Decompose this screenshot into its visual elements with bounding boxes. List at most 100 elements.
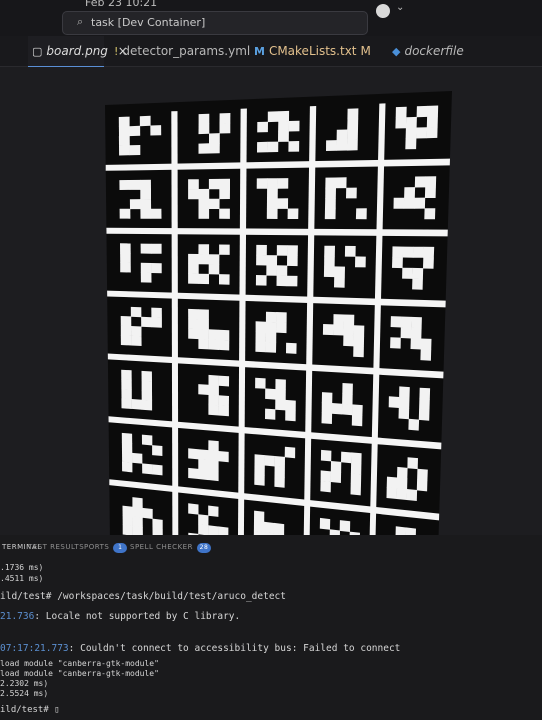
marker-bit: [118, 126, 130, 137]
marker-bit: [132, 497, 143, 509]
marker-bit: [265, 321, 277, 333]
marker-bit: [131, 326, 142, 337]
board-separator-vertical: [171, 111, 179, 535]
marker-bit: [219, 208, 230, 219]
marker-bit: [334, 276, 345, 288]
marker-bit: [285, 410, 296, 422]
marker-bit: [139, 115, 151, 127]
marker-bit: [410, 327, 422, 339]
tab-label: dockerfile: [404, 44, 464, 58]
marker-bit: [267, 141, 279, 153]
marker-bit: [121, 432, 133, 444]
marker-bit: [277, 198, 289, 209]
terminal-output[interactable]: .1736 ms) .4511 ms) ild/test# /workspace…: [0, 559, 542, 719]
marker-bit: [140, 262, 152, 273]
marker-bit: [334, 266, 345, 278]
marker-bit: [353, 335, 365, 347]
marker-bit: [219, 122, 231, 134]
marker-bit: [386, 476, 398, 489]
marker-bit: [151, 317, 162, 328]
marker-bit: [121, 442, 133, 454]
command-center[interactable]: ⌕ task [Dev Container]: [62, 11, 368, 35]
title-bar: Feb 23 10:21 ⌕ task [Dev Container] ⌄: [0, 0, 542, 36]
marker-bit: [120, 262, 131, 273]
marker-bit: [208, 404, 219, 416]
marker-bit: [198, 198, 210, 209]
marker-bit: [278, 121, 289, 132]
marker-bit: [208, 254, 220, 265]
marker-bit: [188, 308, 199, 320]
marker-bit: [208, 440, 219, 452]
marker-bit: [399, 386, 410, 399]
marker-bit: [188, 179, 199, 190]
marker-bit: [218, 526, 229, 535]
marker-bit: [408, 418, 420, 431]
marker-bit: [208, 264, 220, 275]
tab-cmakelists[interactable]: M CMakeLists.txt M: [254, 36, 371, 66]
marker-bit: [347, 129, 358, 141]
marker-bit: [324, 245, 335, 257]
image-preview-area: [0, 67, 542, 535]
aruco-board-image: [105, 91, 452, 535]
ports-badge: 1: [113, 543, 128, 553]
marker-bit: [255, 275, 267, 286]
marker-bit: [288, 141, 300, 152]
marker-bit: [198, 524, 209, 535]
log-text: Couldn't connect to accessibility bus: F…: [80, 643, 401, 654]
marker-bit: [286, 275, 298, 287]
marker-bit: [152, 518, 163, 530]
tab-board-png[interactable]: ▢ board.png ×: [28, 36, 128, 68]
marker-bit: [208, 339, 220, 350]
marker-bit: [392, 257, 403, 269]
marker-bit: [325, 187, 336, 199]
marker-bit: [151, 243, 162, 254]
marker-bit: [254, 464, 265, 476]
marker-bit: [198, 143, 210, 154]
marker-bit: [320, 449, 332, 462]
tab-test-results[interactable]: TEST RESULTS: [28, 543, 84, 551]
marker-bit: [198, 328, 209, 340]
marker-bit: [325, 177, 337, 189]
log-text: Locale not supported by C library.: [45, 611, 241, 622]
marker-bit: [121, 379, 132, 390]
terminal-line: load module "canberra-gtk-module": [0, 669, 159, 678]
marker-bit: [398, 407, 410, 420]
marker-bit: [267, 178, 278, 189]
marker-bit: [319, 517, 331, 530]
marker-bit: [122, 505, 133, 517]
marker-bit: [416, 127, 428, 139]
marker-bit: [122, 515, 133, 527]
marker-bit: [407, 457, 418, 470]
marker-bit: [274, 476, 285, 488]
tab-detector-params[interactable]: ! detector_params.yml: [114, 36, 250, 66]
marker-bit: [426, 116, 438, 128]
marker-bit: [188, 503, 199, 515]
marker-bit: [188, 318, 199, 330]
marker-bit: [198, 514, 209, 526]
marker-bit: [427, 105, 439, 117]
tab-spell-checker[interactable]: SPELL CHECKER 28: [130, 543, 211, 553]
marker-bit: [198, 244, 210, 255]
tab-dockerfile[interactable]: ◆ dockerfile: [392, 36, 464, 66]
marker-bit: [412, 278, 423, 290]
marker-bit: [255, 331, 266, 343]
marker-bit: [405, 116, 417, 129]
marker-bit: [140, 208, 152, 219]
marker-bit: [263, 521, 275, 534]
account-icon[interactable]: [376, 4, 390, 18]
marker-bit: [198, 208, 210, 219]
terminal-line: 07:17:21.773: Couldn't connect to access…: [0, 643, 401, 654]
terminal-line: load module "canberra-gtk-module": [0, 659, 159, 668]
marker-bit: [276, 265, 288, 276]
marker-bit: [218, 339, 230, 351]
marker-bit: [284, 446, 296, 459]
marker-bit: [343, 335, 354, 347]
marker-bit: [257, 141, 268, 153]
marker-bit: [333, 314, 345, 326]
image-icon: ▢: [32, 45, 43, 58]
chevron-down-icon[interactable]: ⌄: [396, 2, 404, 13]
tab-ports[interactable]: PORTS 1: [84, 543, 128, 553]
marker-bit: [140, 179, 151, 190]
marker-bit: [392, 246, 404, 258]
terminal-prompt[interactable]: ild/test# ▯: [0, 705, 60, 715]
